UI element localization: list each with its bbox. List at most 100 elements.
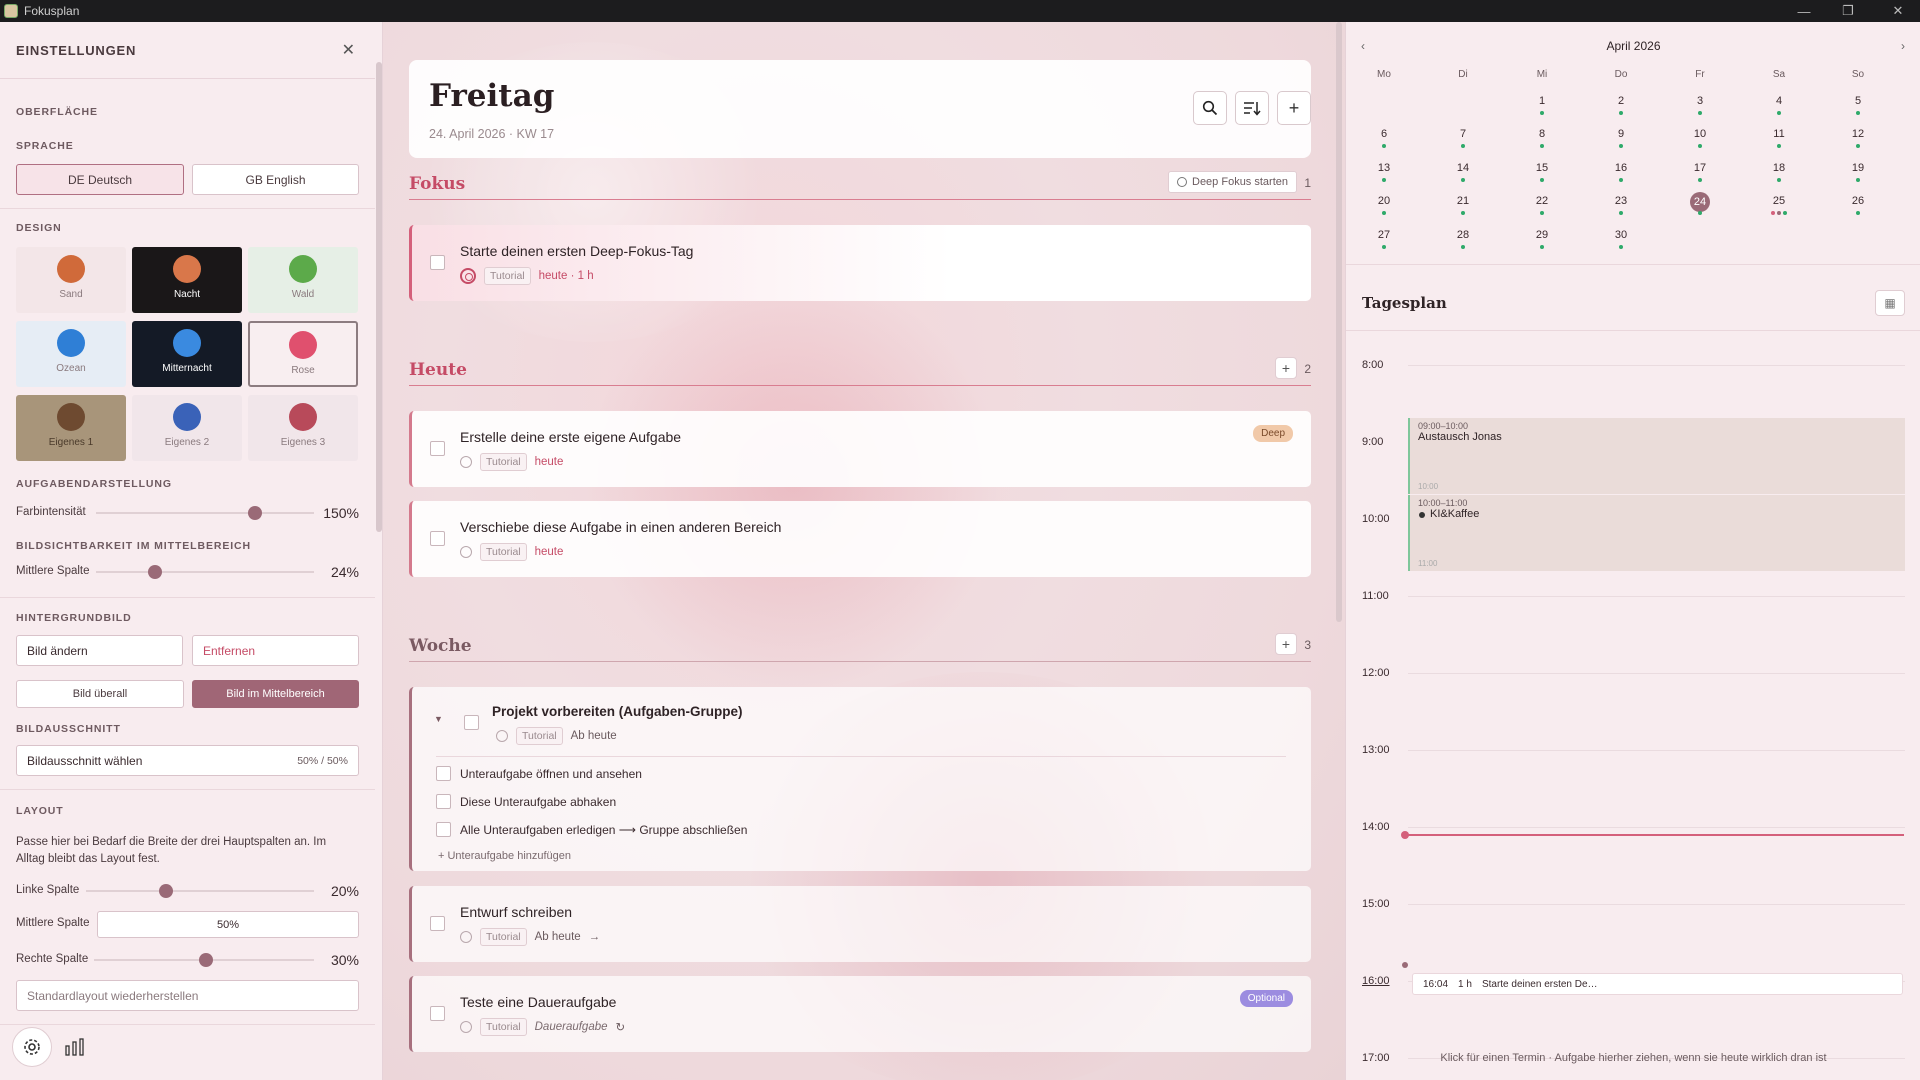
task-card[interactable]: Verschiebe diese Aufgabe in einen andere… bbox=[409, 501, 1311, 577]
task-card[interactable]: Erstelle deine erste eigene Aufgabe Deep… bbox=[409, 411, 1311, 487]
theme-nacht[interactable]: Nacht bbox=[132, 247, 242, 313]
calendar-day[interactable]: 23 bbox=[1601, 195, 1641, 207]
mid-column-visibility-slider[interactable]: Mittlere Spalte 24% bbox=[16, 562, 359, 582]
slider-knob[interactable] bbox=[159, 884, 173, 898]
calendar-day-today[interactable]: 24 bbox=[1690, 192, 1710, 212]
language-en-button[interactable]: GB English bbox=[192, 164, 359, 195]
left-column-slider[interactable]: Linke Spalte 20% bbox=[16, 881, 359, 901]
scheduled-task[interactable]: 16:04 1 h Starte deinen ersten De… bbox=[1412, 973, 1903, 995]
close-window-icon[interactable]: ✕ bbox=[1876, 0, 1920, 22]
minimize-icon[interactable]: — bbox=[1782, 0, 1826, 22]
theme-mitternacht[interactable]: Mitternacht bbox=[132, 321, 242, 387]
calendar-day[interactable]: 3 bbox=[1680, 95, 1720, 107]
settings-gear-button[interactable] bbox=[12, 1027, 52, 1067]
reset-layout-button[interactable]: Standardlayout wiederherstellen bbox=[16, 980, 359, 1011]
calendar-next-icon[interactable]: › bbox=[1901, 39, 1905, 53]
calendar-day[interactable]: 10 bbox=[1680, 128, 1720, 140]
task-checkbox[interactable] bbox=[430, 916, 445, 931]
status-circle-icon[interactable] bbox=[460, 1021, 472, 1033]
theme-rose[interactable]: Rose bbox=[248, 321, 358, 387]
theme-eigenes-2[interactable]: Eigenes 2 bbox=[132, 395, 242, 461]
task-group-card[interactable]: ▼ Projekt vorbereiten (Aufgaben-Gruppe) … bbox=[409, 687, 1311, 871]
language-de-button[interactable]: DE Deutsch bbox=[16, 164, 184, 195]
image-everywhere-button[interactable]: Bild überall bbox=[16, 680, 184, 708]
task-card[interactable]: Starte deinen ersten Deep-Fokus-Tag Tuto… bbox=[409, 225, 1311, 301]
calendar-day[interactable]: 1 bbox=[1522, 95, 1562, 107]
subtask-checkbox[interactable] bbox=[436, 822, 451, 837]
task-checkbox[interactable] bbox=[430, 1006, 445, 1021]
calendar-event[interactable]: 09:00–10:00 Austausch Jonas 10:00 bbox=[1408, 418, 1905, 494]
calendar-day[interactable]: 12 bbox=[1838, 128, 1878, 140]
focus-timer-icon[interactable] bbox=[460, 268, 476, 284]
theme-eigenes-1[interactable]: Eigenes 1 bbox=[16, 395, 126, 461]
calendar-day[interactable]: 15 bbox=[1522, 162, 1562, 174]
slider-knob[interactable] bbox=[199, 953, 213, 967]
status-circle-icon[interactable] bbox=[460, 931, 472, 943]
task-checkbox[interactable] bbox=[464, 715, 479, 730]
calendar-day[interactable]: 7 bbox=[1443, 128, 1483, 140]
sort-button[interactable] bbox=[1235, 91, 1269, 125]
mid-column-width-field[interactable]: 50% bbox=[97, 911, 359, 938]
right-column-slider[interactable]: Rechte Spalte 30% bbox=[16, 950, 359, 970]
status-circle-icon[interactable] bbox=[496, 730, 508, 742]
settings-scrollbar[interactable] bbox=[376, 62, 382, 532]
calendar-day[interactable]: 6 bbox=[1364, 128, 1404, 140]
add-task-button[interactable]: + bbox=[1277, 91, 1311, 125]
theme-eigenes-3[interactable]: Eigenes 3 bbox=[248, 395, 358, 461]
task-checkbox[interactable] bbox=[430, 255, 445, 270]
status-circle-icon[interactable] bbox=[460, 546, 472, 558]
stats-icon[interactable] bbox=[64, 1038, 88, 1061]
calendar-icon[interactable]: ▦ bbox=[1875, 290, 1905, 316]
calendar-day[interactable]: 19 bbox=[1838, 162, 1878, 174]
calendar-day[interactable]: 29 bbox=[1522, 229, 1562, 241]
calendar-day[interactable]: 9 bbox=[1601, 128, 1641, 140]
subtask-item[interactable]: Unteraufgabe öffnen und ansehen bbox=[436, 766, 642, 781]
calendar-day[interactable]: 16 bbox=[1601, 162, 1641, 174]
theme-ozean[interactable]: Ozean bbox=[16, 321, 126, 387]
calendar-day[interactable]: 25 bbox=[1759, 195, 1799, 207]
task-checkbox[interactable] bbox=[430, 441, 445, 456]
calendar-day[interactable]: 13 bbox=[1364, 162, 1404, 174]
remove-image-button[interactable]: Entfernen bbox=[192, 635, 359, 666]
deep-focus-button[interactable]: Deep Fokus starten bbox=[1168, 171, 1297, 193]
task-checkbox[interactable] bbox=[430, 531, 445, 546]
search-button[interactable] bbox=[1193, 91, 1227, 125]
calendar-day[interactable]: 18 bbox=[1759, 162, 1799, 174]
subtask-checkbox[interactable] bbox=[436, 794, 451, 809]
calendar-event[interactable]: 10:00–11:00 KI&Kaffee 11:00 bbox=[1408, 495, 1905, 571]
theme-sand[interactable]: Sand bbox=[16, 247, 126, 313]
calendar-day[interactable]: 5 bbox=[1838, 95, 1878, 107]
change-image-button[interactable]: Bild ändern bbox=[16, 635, 183, 666]
calendar-day[interactable]: 4 bbox=[1759, 95, 1799, 107]
main-scrollbar[interactable] bbox=[1336, 22, 1342, 622]
calendar-day[interactable]: 28 bbox=[1443, 229, 1483, 241]
add-subtask-link[interactable]: + Unteraufgabe hinzufügen bbox=[438, 850, 571, 862]
calendar-day[interactable]: 14 bbox=[1443, 162, 1483, 174]
calendar-day[interactable]: 2 bbox=[1601, 95, 1641, 107]
crop-selector[interactable]: Bildausschnitt wählen 50% / 50% bbox=[16, 745, 359, 776]
calendar-day[interactable]: 27 bbox=[1364, 229, 1404, 241]
calendar-day[interactable]: 30 bbox=[1601, 229, 1641, 241]
chevron-down-icon[interactable]: ▼ bbox=[434, 714, 443, 724]
calendar-day[interactable]: 26 bbox=[1838, 195, 1878, 207]
maximize-icon[interactable]: ❐ bbox=[1826, 0, 1870, 22]
task-card[interactable]: Teste eine Daueraufgabe Optional Tutoria… bbox=[409, 976, 1311, 1052]
theme-wald[interactable]: Wald bbox=[248, 247, 358, 313]
task-card[interactable]: Entwurf schreiben Tutorial Ab heute → bbox=[409, 886, 1311, 962]
calendar-day[interactable]: 17 bbox=[1680, 162, 1720, 174]
slider-knob[interactable] bbox=[248, 506, 262, 520]
color-intensity-slider[interactable]: Farbintensität 150% bbox=[16, 503, 359, 523]
subtask-item[interactable]: Alle Unteraufgaben erledigen ⟶ Gruppe ab… bbox=[436, 822, 747, 837]
subtask-item[interactable]: Diese Unteraufgabe abhaken bbox=[436, 794, 616, 809]
calendar-day[interactable]: 11 bbox=[1759, 128, 1799, 140]
status-circle-icon[interactable] bbox=[460, 456, 472, 468]
slider-knob[interactable] bbox=[148, 565, 162, 579]
subtask-checkbox[interactable] bbox=[436, 766, 451, 781]
add-week-button[interactable]: + bbox=[1275, 633, 1297, 655]
add-today-button[interactable]: + bbox=[1275, 357, 1297, 379]
calendar-day[interactable]: 20 bbox=[1364, 195, 1404, 207]
calendar-day[interactable]: 22 bbox=[1522, 195, 1562, 207]
image-center-button[interactable]: Bild im Mittelbereich bbox=[192, 680, 359, 708]
close-settings-icon[interactable]: ✕ bbox=[342, 40, 355, 60]
calendar-day[interactable]: 21 bbox=[1443, 195, 1483, 207]
